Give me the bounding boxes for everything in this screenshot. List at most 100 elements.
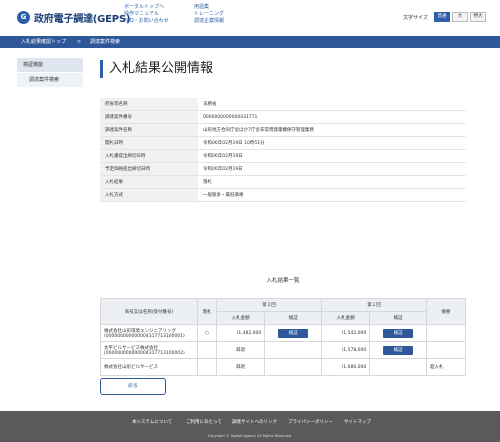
bid-results-table: 商号又は名称(受付番号) 落札 第２回 第１回 摘要 入札金額 検証 入札金額 … [100, 298, 466, 376]
col-round2-header: 第２回 [216, 298, 322, 312]
info-value: 0000000000000431771 [198, 110, 466, 124]
note-cell [426, 324, 466, 342]
footer-link-sitemap[interactable]: サイトマップ [344, 419, 371, 425]
back-button[interactable]: 戻る [100, 378, 166, 395]
info-label: 入札方式 [100, 188, 198, 202]
site-logo[interactable]: G 政府電子調達(GEPS) [17, 10, 131, 25]
table-row: 入札方式 一般競争・最低価格 [100, 188, 466, 202]
verify-cell [264, 341, 322, 359]
company-cell: 株式会社山形ビルサービス [100, 358, 198, 376]
receipt-number: (000000000000004317713100001) [104, 333, 185, 339]
table-row: 太平ビルサービス株式会社 (00000000000000431771310000… [100, 341, 466, 359]
results-title: 入札結果一覧 [266, 278, 300, 284]
verify-cell: 検証 [264, 324, 322, 342]
info-label: 調達案件名称 [100, 123, 198, 137]
breadcrumb-separator: > [77, 39, 82, 45]
table-row: 株式会社山形ビルサービス 辞退 \1,686,000 超入札 [100, 358, 466, 376]
info-value: 令和06年02月19日 [198, 162, 466, 176]
table-row: 府省等名称 法務省 [100, 98, 466, 111]
info-label: 入札結果 [100, 175, 198, 189]
table-row: 開札日時 令和06年02月19日 10時51分 [100, 136, 466, 150]
portal-top-link[interactable]: ポータルトップへ [124, 4, 169, 11]
case-info-table: 府省等名称 法務省 調達案件番号 0000000000000431771 調達案件名… [100, 98, 466, 202]
table-row: 株式会社山形環境エンジニアリング (0000000000000043177131… [100, 324, 466, 342]
info-value: 山形地方合同庁舎ほか7庁舎非常用発電機保守管理業務 [198, 123, 466, 137]
info-value: 令和06年02月19日 10時51分 [198, 136, 466, 150]
col-amount-header: 入札金額 [215, 311, 266, 325]
geps-logo-icon: G [17, 11, 30, 24]
winner-cell [197, 358, 217, 376]
footer-link-about[interactable]: 本システムについて [132, 419, 172, 425]
info-label: 入札書提出締切日時 [100, 149, 198, 163]
site-footer: 本システムについて ご利用にあたって 調達サイトへのリンク プライバシーポリシー… [0, 411, 500, 442]
font-size-large-button[interactable]: 大 [452, 12, 468, 22]
table-row: 調達案件番号 0000000000000431771 [100, 110, 466, 124]
table-header-row: 商号又は名称(受付番号) 落札 第２回 第１回 摘要 [100, 298, 466, 325]
verify-button[interactable]: 検証 [383, 345, 414, 355]
receipt-number: (000000000000004317713100002) [104, 350, 185, 356]
info-value: 令和06年02月19日 [198, 149, 466, 163]
page-title: 入札結果公開情報 [100, 60, 213, 78]
note-cell: 超入札 [426, 358, 466, 376]
amount-round2: \1,482,000 [215, 324, 266, 342]
info-label: 予定価格提出締切日時 [100, 162, 198, 176]
verify-cell [264, 358, 322, 376]
training-link[interactable]: トレーニング [194, 11, 224, 18]
col-round1-header: 第１回 [320, 298, 428, 312]
footer-link-procurement-sites[interactable]: 調達サイトへのリンク [232, 419, 277, 425]
manual-link[interactable]: 操作マニュアル [124, 11, 169, 18]
info-value: 落札 [198, 175, 466, 189]
col-verify-header: 検証 [264, 311, 322, 325]
note-cell [426, 341, 466, 359]
info-value: 法務省 [198, 98, 466, 111]
info-label: 府省等名称 [100, 98, 198, 111]
site-logo-text: 政府電子調達(GEPS) [34, 14, 131, 25]
verify-cell: 検証 [369, 341, 427, 359]
sidebar-item-case-search[interactable]: 調達案件検索 [17, 73, 83, 88]
col-company-header: 商号又は名称(受付番号) [100, 298, 198, 325]
verify-cell: 検証 [369, 324, 427, 342]
font-size-label: 文字サイズ [403, 14, 428, 21]
font-size-switcher: 文字サイズ 普通 大 特大 [403, 12, 486, 22]
header-links-primary: ポータルトップへ 操作マニュアル FAQ・お問い合わせ [124, 4, 169, 25]
amount-round2: 辞退 [215, 341, 266, 359]
company-cell: 株式会社山形環境エンジニアリング (0000000000000043177131… [100, 324, 198, 342]
breadcrumb: 入札結果確認トップ > 調達案件検索 [0, 36, 500, 48]
table-row: 入札書提出締切日時 令和06年02月19日 [100, 149, 466, 163]
col-note-header: 摘要 [426, 298, 466, 325]
col-winner-header: 落札 [197, 298, 217, 325]
verify-cell [369, 358, 427, 376]
winner-cell: ○ [197, 324, 217, 342]
breadcrumb-case-search[interactable]: 調達案件検索 [90, 36, 120, 48]
amount-round1: \1,542,000 [320, 324, 371, 342]
info-label: 開札日時 [100, 136, 198, 150]
table-row: 入札結果 落札 [100, 175, 466, 189]
table-row: 予定価格提出締切日時 令和06年02月19日 [100, 162, 466, 176]
site-header: G 政府電子調達(GEPS) ポータルトップへ 操作マニュアル FAQ・お問い合… [0, 0, 500, 36]
info-value: 一般競争・最低価格 [198, 188, 466, 202]
company-cell: 太平ビルサービス株式会社 (00000000000000431771310000… [100, 341, 198, 359]
company-name: 株式会社山形ビルサービス [104, 365, 158, 370]
glossary-link[interactable]: 用語集 [194, 4, 224, 11]
faq-link[interactable]: FAQ・お問い合わせ [124, 18, 169, 25]
col-amount-header: 入札金額 [320, 311, 371, 325]
col-verify-header: 検証 [369, 311, 427, 325]
sidebar-heading: 検証機能 [17, 58, 83, 73]
footer-link-privacy[interactable]: プライバシーポリシー [288, 419, 333, 425]
company-info-link[interactable]: 調達企業情報 [194, 18, 224, 25]
verify-button[interactable]: 検証 [278, 328, 309, 338]
sidebar: 検証機能 調達案件検索 [17, 58, 83, 88]
amount-round2: 辞退 [215, 358, 266, 376]
font-size-normal-button[interactable]: 普通 [434, 12, 450, 22]
amount-round1: \1,686,000 [320, 358, 371, 376]
info-label: 調達案件番号 [100, 110, 198, 124]
footer-link-terms[interactable]: ご利用にあたって [186, 419, 222, 425]
breadcrumb-result-top[interactable]: 入札結果確認トップ [21, 36, 66, 48]
copyright-text: Copyright © Digital Agency All Rights Re… [207, 434, 293, 438]
table-row: 調達案件名称 山形地方合同庁舎ほか7庁舎非常用発電機保守管理業務 [100, 123, 466, 137]
verify-button[interactable]: 検証 [383, 328, 414, 338]
font-size-xlarge-button[interactable]: 特大 [470, 12, 486, 22]
header-links-secondary: 用語集 トレーニング 調達企業情報 [194, 4, 224, 25]
winner-cell [197, 341, 217, 359]
amount-round1: \1,578,000 [320, 341, 371, 359]
